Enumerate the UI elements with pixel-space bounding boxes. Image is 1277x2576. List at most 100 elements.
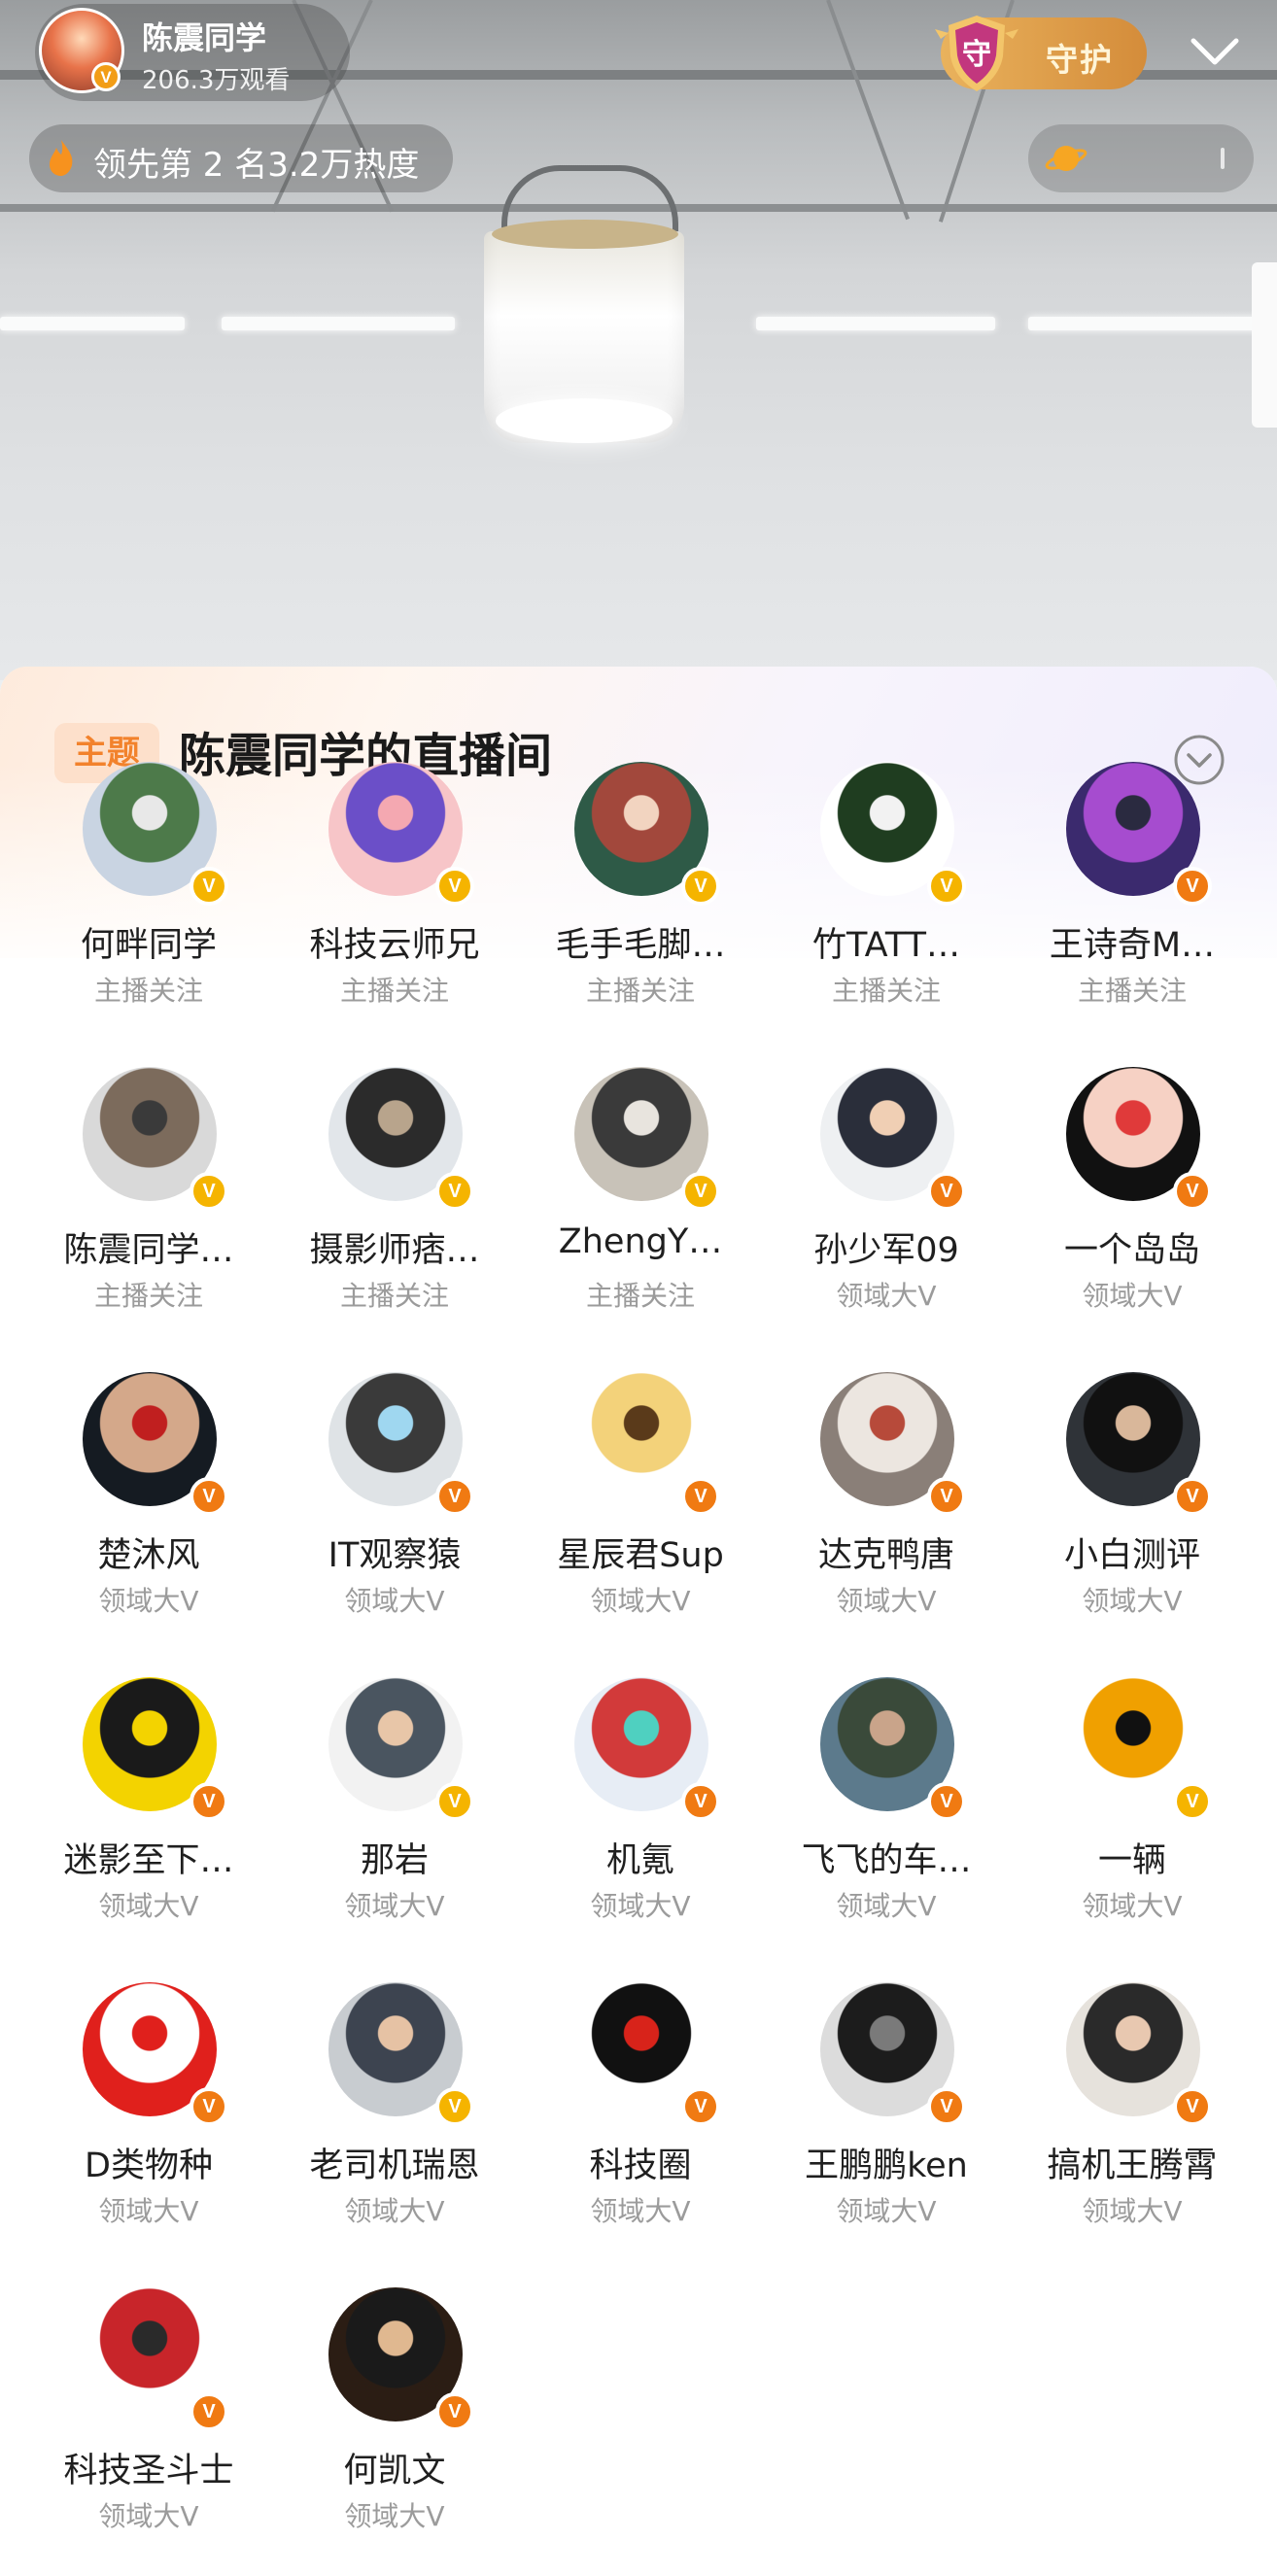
verified-v-icon: V <box>190 867 228 906</box>
user-name: 科技圈 <box>589 2147 692 2185</box>
user-card[interactable]: V 小白测评领域大V <box>1009 1372 1256 1664</box>
user-name: 科技云师兄 <box>309 926 480 965</box>
user-card[interactable]: V 何畔同学主播关注 <box>25 762 272 1053</box>
user-card[interactable]: V 老司机瑞恩 领域大V <box>271 1982 518 2274</box>
verified-v-icon: V <box>435 2087 474 2126</box>
user-tag: 领域大V <box>98 1890 199 1922</box>
verified-v-icon: V <box>190 2392 228 2431</box>
live-room-sheet: 主题 陈震同学的直播间 V 何畔同学 主播关注 V 科技云师兄 主播关注 V 毛手毛脚… 主播关… <box>0 667 1277 2576</box>
user-tag: 领域大V <box>1082 1585 1183 1617</box>
verified-v-icon: V <box>927 1172 966 1211</box>
view-count: 206.3万观看 <box>142 66 291 95</box>
user-card[interactable]: V 迷影至下… 领域大V <box>25 1677 272 1969</box>
user-name: 何凯文 <box>343 2452 446 2490</box>
user-name: 飞飞的车… <box>801 1841 972 1880</box>
lamp-ring <box>492 220 678 249</box>
user-card[interactable]: V 陈震同学… 主播关注 <box>25 1067 272 1358</box>
verified-v-icon: V <box>435 1172 474 1211</box>
user-card[interactable]: V 楚沐风 领域大V <box>25 1372 272 1664</box>
user-name: 毛手毛脚… <box>555 926 726 965</box>
user-name: 小白测评 <box>1063 1536 1200 1575</box>
user-card[interactable]: V 星辰君Sup 领域大V <box>517 1372 764 1664</box>
user-tag: 主播关注 <box>585 1280 695 1312</box>
verified-v-icon: V <box>681 1782 720 1821</box>
verified-v-icon: V <box>927 1477 966 1516</box>
user-tag: 主播关注 <box>831 975 941 1007</box>
user-card[interactable]: V 毛手毛脚… 主播关注 <box>517 762 764 1053</box>
user-card[interactable]: V 那岩 领域大V <box>271 1677 518 1969</box>
user-card[interactable]: V 竹TATT… 主播关注 <box>763 762 1010 1053</box>
planet-icon <box>1045 146 1087 171</box>
user-card[interactable]: V 搞机王腾霄 领域大V <box>1009 1982 1256 2274</box>
user-card[interactable]: V 科技圈领域大V <box>517 1982 764 2274</box>
user-tag: 领域大V <box>836 1280 937 1312</box>
user-name: 摄影师痞… <box>309 1231 480 1270</box>
guard-button[interactable]: 守 守护 <box>935 16 1147 91</box>
user-card[interactable]: V 达克鸭唐 领域大V <box>763 1372 1010 1664</box>
verified-v-icon: V <box>1173 1782 1212 1821</box>
user-card[interactable]: V 机氪领域大V <box>517 1677 764 1969</box>
user-card[interactable]: V 一个岛岛 领域大V <box>1009 1067 1256 1358</box>
user-card[interactable]: V 王诗奇M… 主播关注 <box>1009 762 1256 1053</box>
user-tag: 领域大V <box>344 2500 445 2532</box>
verified-v-icon: V <box>190 1782 228 1821</box>
user-card[interactable]: V 科技圣斗士 领域大V <box>25 2287 272 2576</box>
verified-v-icon: V <box>1173 867 1212 906</box>
verified-v-icon: V <box>927 867 966 906</box>
ceiling-light <box>756 317 995 330</box>
ceiling-light <box>1028 317 1261 330</box>
user-card[interactable]: V 王鹏鹏ken 领域大V <box>763 1982 1010 2274</box>
user-tag: 领域大V <box>590 2195 691 2227</box>
heat-rank-pill[interactable]: 领先第 2 名3.2万热度 <box>29 124 453 192</box>
guard-label: 守护 <box>1046 41 1114 79</box>
user-name: 王诗奇M… <box>1049 926 1216 965</box>
verified-v-icon: V <box>435 867 474 906</box>
verified-v-icon: V <box>681 1477 720 1516</box>
heat-rank-text: 领先第 2 名3.2万热度 <box>93 146 420 185</box>
verified-v-icon: V <box>435 2392 474 2431</box>
chevron-down-icon[interactable] <box>1186 27 1244 76</box>
user-tag: 领域大V <box>98 1585 199 1617</box>
user-name: 何畔同学 <box>80 926 217 965</box>
user-name: 星辰君Sup <box>557 1536 724 1575</box>
user-name: 那岩 <box>360 1841 429 1880</box>
user-name: 机氪 <box>605 1841 674 1880</box>
verified-v-icon: V <box>1173 1477 1212 1516</box>
user-card[interactable]: V ZhengY… 主播关注 <box>517 1067 764 1358</box>
hanging-lamp <box>1252 262 1277 428</box>
guard-shield-icon: 守 <box>935 16 1018 91</box>
live-video-background[interactable] <box>0 0 1277 680</box>
user-tag: 领域大V <box>1082 2195 1183 2227</box>
ceiling-truss <box>826 0 910 221</box>
ceiling-light <box>222 317 455 330</box>
verified-v-icon: V <box>927 1782 966 1821</box>
user-name: 一个岛岛 <box>1063 1231 1200 1270</box>
user-tag: 领域大V <box>344 1890 445 1922</box>
user-card[interactable]: V 摄影师痞… 主播关注 <box>271 1067 518 1358</box>
user-card[interactable]: V 科技云师兄 主播关注 <box>271 762 518 1053</box>
user-name: 竹TATT… <box>811 926 961 965</box>
user-card[interactable]: V IT观察猿 领域大V <box>271 1372 518 1664</box>
user-card[interactable]: V 孙少军09 领域大V <box>763 1067 1010 1358</box>
user-card[interactable]: V 飞飞的车… 领域大V <box>763 1677 1010 1969</box>
user-tag: 领域大V <box>590 1585 691 1617</box>
user-card[interactable]: V 一辆 领域大V <box>1009 1677 1256 1969</box>
user-tag: 领域大V <box>98 2195 199 2227</box>
user-tag: 主播关注 <box>93 975 203 1007</box>
user-tag: 主播关注 <box>339 1280 449 1312</box>
verified-v-icon: V <box>91 62 121 91</box>
user-tag: 领域大V <box>1082 1890 1183 1922</box>
user-tag: 领域大V <box>836 1890 937 1922</box>
verified-v-icon: V <box>1173 1172 1212 1211</box>
user-card[interactable]: V D类物种 领域大V <box>25 1982 272 2274</box>
user-tag: 主播关注 <box>93 1280 203 1312</box>
flame-icon <box>50 140 73 176</box>
verified-v-icon: V <box>681 2087 720 2126</box>
user-tag: 领域大V <box>590 1890 691 1922</box>
user-tag: 领域大V <box>344 2195 445 2227</box>
activity-pill[interactable] <box>1028 124 1254 192</box>
user-tag: 领域大V <box>344 1585 445 1617</box>
verified-v-icon: V <box>681 1172 720 1211</box>
guard-shield-char: 守 <box>962 38 991 72</box>
user-card[interactable]: V 何凯文领域大V <box>271 2287 518 2576</box>
